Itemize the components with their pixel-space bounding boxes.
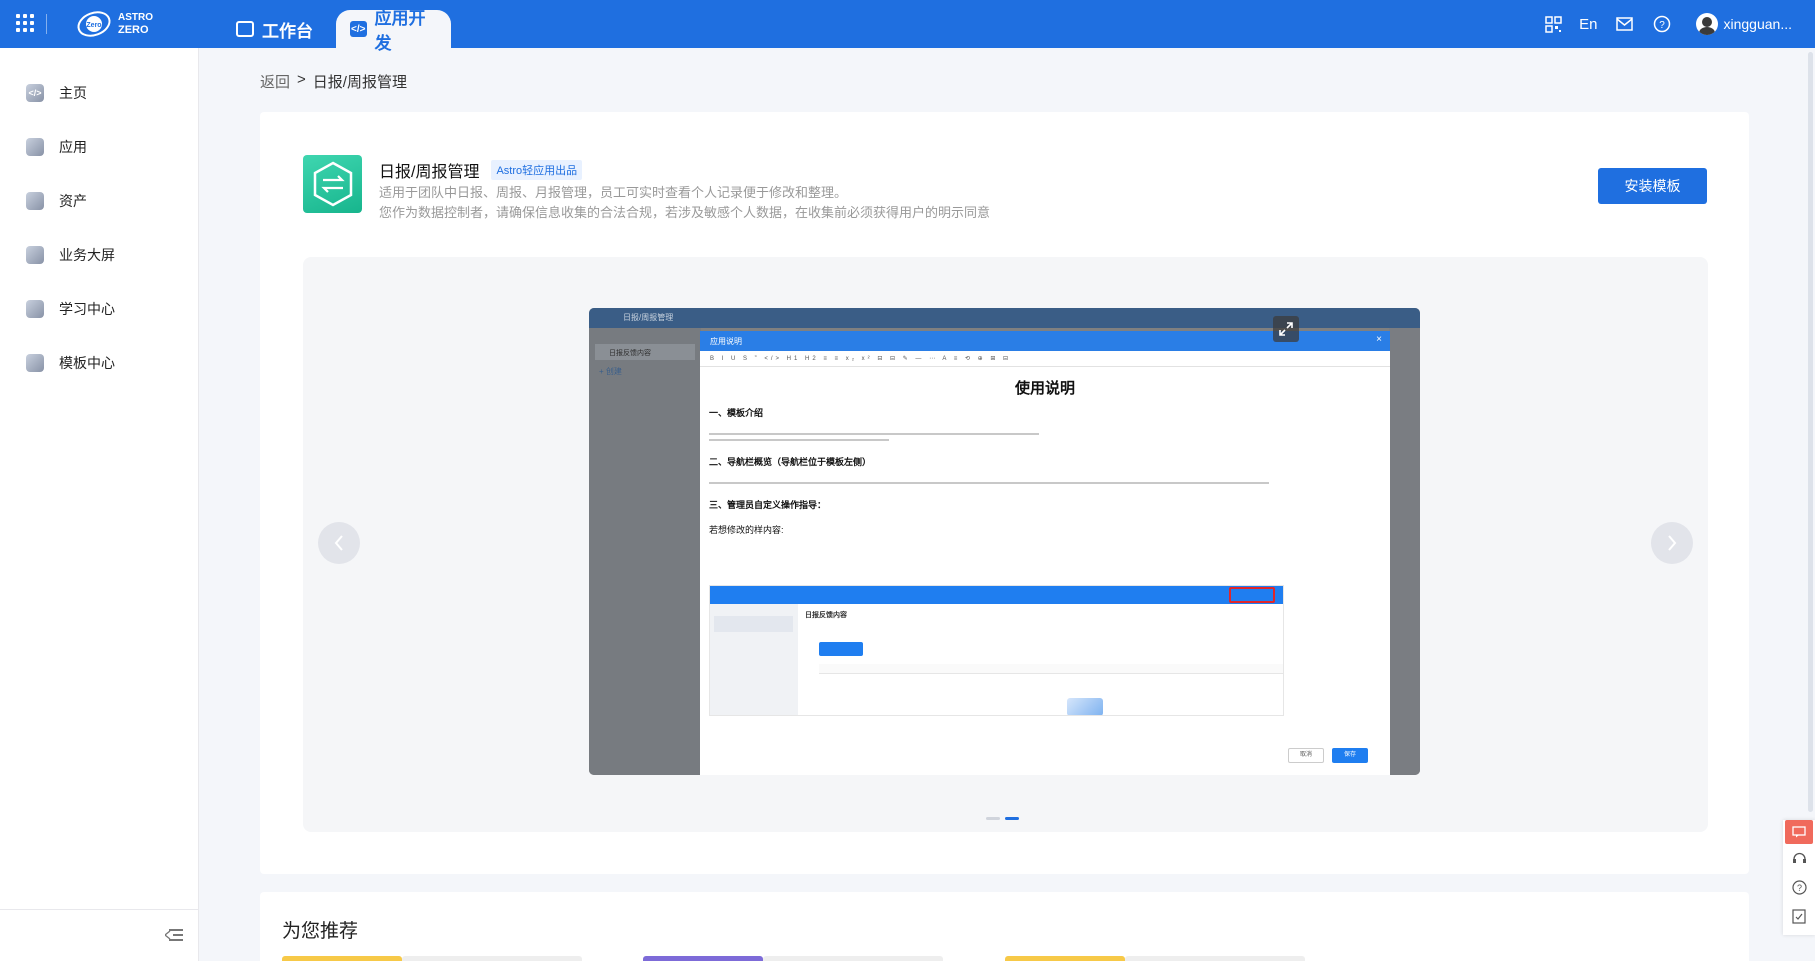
- dashboard-icon: [26, 246, 44, 264]
- recommendation-card[interactable]: [1005, 956, 1125, 961]
- sidebar-item-apps[interactable]: 应用: [0, 120, 198, 174]
- preview-editor-toolbar: B I U S ” </> H1 H2 ≡ ≡ x₂ x² ⊟ ⊟ ✎ — ⋯ …: [700, 351, 1390, 367]
- logo-line1: ASTRO: [118, 12, 153, 23]
- learning-icon: [26, 300, 44, 318]
- asset-icon: [26, 192, 44, 210]
- carousel-next-button[interactable]: [1651, 522, 1693, 564]
- template-logo: [303, 155, 362, 213]
- back-link[interactable]: 返回: [260, 71, 290, 92]
- expand-icon[interactable]: [1273, 316, 1299, 342]
- preview-save: 保存: [1332, 748, 1368, 763]
- preview-section-1: 一、模板介绍: [709, 408, 764, 418]
- home-code-icon: </>: [26, 84, 44, 102]
- app-launcher-icon[interactable]: [16, 14, 34, 32]
- recommendation-card-body: [1125, 956, 1305, 961]
- chevron-left-icon: [334, 535, 343, 551]
- preview-screenshot[interactable]: 日报/周报管理 日报反馈内容 + 创建 应用说明 × B I U S ” </>…: [589, 308, 1420, 775]
- sidebar-item-templates[interactable]: 模板中心: [0, 336, 198, 390]
- template-detail-card: 日报/周报管理 Astro轻应用出品 适用于团队中日报、周报、月报管理，员工可实…: [260, 112, 1749, 874]
- privacy-notice: 您作为数据控制者，请确保信息收集的合法合规，若涉及敏感个人数据，在收集前必须获得…: [379, 205, 991, 220]
- sidebar-item-assets[interactable]: 资产: [0, 174, 198, 228]
- sidebar-item-label: 业务大屏: [59, 247, 115, 263]
- breadcrumb-separator: >: [297, 71, 306, 88]
- recommendations-title: 为您推荐: [282, 921, 359, 942]
- sidebar-item-learning[interactable]: 学习中心: [0, 282, 198, 336]
- help-circle-icon[interactable]: ?: [1783, 873, 1815, 902]
- feedback-icon[interactable]: [1785, 820, 1813, 844]
- qr-code-icon[interactable]: [1543, 14, 1563, 34]
- checklist-icon[interactable]: [1783, 902, 1815, 931]
- tab-workbench-label: 工作台: [262, 21, 313, 41]
- sidebar: </> 主页 应用 资产 业务大屏 学习中心 模板中心: [0, 48, 199, 961]
- recommendation-card-body: [763, 956, 943, 961]
- sidebar-item-label: 主页: [59, 85, 87, 101]
- help-icon[interactable]: ?: [1652, 14, 1672, 34]
- topbar-divider: [46, 14, 47, 34]
- preview-sidebar-new: + 创建: [599, 367, 622, 376]
- preview-sidebar-item: 日报反馈内容: [595, 344, 695, 360]
- carousel-dot-active[interactable]: [1005, 817, 1019, 820]
- preview-modal-title: 应用说明: [710, 337, 742, 346]
- breadcrumb: 返回 > 日报/周报管理: [260, 71, 407, 92]
- tab-app-dev-label: 应用开发: [374, 9, 426, 53]
- template-title-row: 日报/周报管理 Astro轻应用出品: [379, 158, 583, 182]
- recommendations-section: 为您推荐: [260, 892, 1749, 961]
- chevron-right-icon: [1668, 535, 1677, 551]
- preview-app-name: 日报/周报管理: [623, 313, 674, 322]
- screenshot-carousel: 日报/周报管理 日报反馈内容 + 创建 应用说明 × B I U S ” </>…: [303, 257, 1708, 832]
- username: xingguan...: [1723, 16, 1793, 32]
- exchange-hexagon-icon: [313, 161, 352, 207]
- preview-sidebar: 日报反馈内容 + 创建: [589, 328, 701, 775]
- sidebar-item-dashboard[interactable]: 业务大屏: [0, 228, 198, 282]
- page-scrollbar[interactable]: [1808, 52, 1813, 812]
- recommendation-card[interactable]: [282, 956, 402, 961]
- svg-text:?: ?: [1796, 883, 1801, 893]
- breadcrumb-current: 日报/周报管理: [312, 74, 407, 91]
- preview-inner-screenshot: 日报反馈内容: [709, 585, 1284, 716]
- carousel-dot[interactable]: [986, 817, 1000, 820]
- sidebar-item-home[interactable]: </> 主页: [0, 66, 198, 120]
- sidebar-item-label: 模板中心: [59, 355, 115, 371]
- recommendation-card-body: [402, 956, 582, 961]
- preview-note: 若想修改的样内容:: [709, 525, 784, 535]
- template-title: 日报/周报管理: [379, 164, 480, 181]
- user-menu[interactable]: xingguan...: [1695, 13, 1793, 35]
- code-icon: </>: [350, 21, 367, 37]
- sidebar-footer: [0, 909, 199, 961]
- astro-zero-logo[interactable]: Zero ASTRO ZERO: [76, 9, 153, 39]
- customer-service-icon[interactable]: [1783, 844, 1815, 873]
- sidebar-item-label: 学习中心: [59, 301, 115, 317]
- template-icon: [26, 354, 44, 372]
- preview-doc-title: 使用说明: [1014, 380, 1075, 397]
- carousel-indicators: [986, 817, 1019, 820]
- workbench-icon: [236, 21, 254, 37]
- zero-logo-icon: Zero: [77, 11, 111, 37]
- top-bar: Zero ASTRO ZERO 工作台 </> 应用开发 En ? xinggu…: [0, 0, 1815, 53]
- svg-text:Zero: Zero: [86, 22, 101, 29]
- tab-workbench[interactable]: 工作台: [222, 10, 327, 48]
- collapse-sidebar-icon[interactable]: [165, 928, 183, 942]
- preview-section-3: 三、管理员自定义操作指导：: [709, 500, 827, 510]
- preview-cancel: 取消: [1288, 748, 1324, 763]
- app-icon: [26, 138, 44, 156]
- language-switch[interactable]: En: [1579, 16, 1597, 33]
- svg-text:?: ?: [1659, 20, 1665, 31]
- install-template-button[interactable]: 安装模板: [1598, 168, 1707, 204]
- logo-line2: ZERO: [118, 24, 149, 36]
- floating-toolbar: ?: [1783, 820, 1815, 935]
- template-description: 适用于团队中日报、周报、月报管理，员工可实时查看个人记录便于修改和整理。: [379, 185, 848, 200]
- close-icon: ×: [1376, 334, 1382, 345]
- preview-modal: 应用说明 × B I U S ” </> H1 H2 ≡ ≡ x₂ x² ⊟ ⊟…: [700, 331, 1390, 775]
- tab-app-dev[interactable]: </> 应用开发: [336, 9, 451, 53]
- sidebar-item-label: 资产: [59, 193, 87, 209]
- preview-inner-title: 日报反馈内容: [805, 612, 847, 619]
- carousel-prev-button[interactable]: [318, 522, 360, 564]
- recommendation-card[interactable]: [643, 956, 763, 961]
- source-badge: Astro轻应用出品: [491, 160, 583, 180]
- mail-icon[interactable]: [1615, 14, 1635, 34]
- preview-section-2: 二、导航栏概览（导航栏位于模板左侧）: [709, 457, 872, 467]
- sidebar-item-label: 应用: [59, 139, 87, 155]
- avatar: [1695, 13, 1718, 35]
- preview-right-rail: [1389, 328, 1420, 775]
